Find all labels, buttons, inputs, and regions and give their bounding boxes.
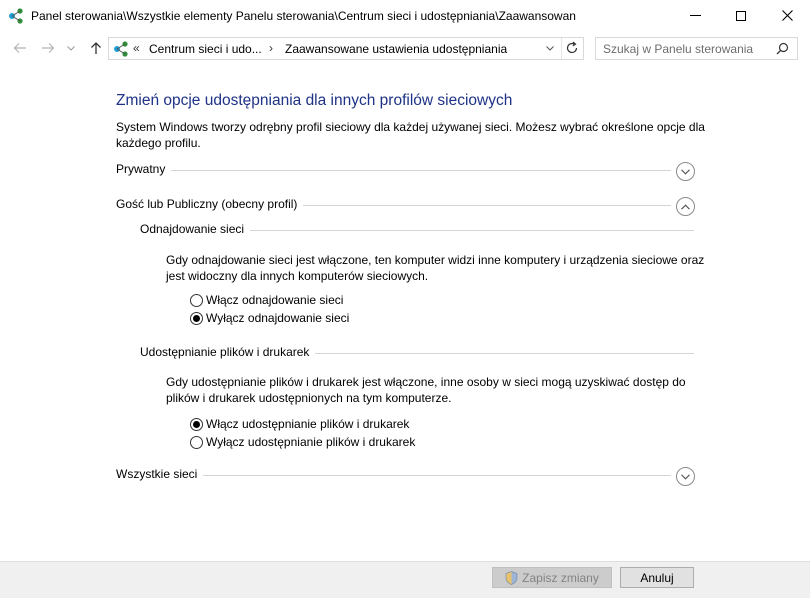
profile-guest-header[interactable]: Gość lub Publiczny (obecny profil) (116, 197, 696, 217)
radio-selected-dot (193, 314, 200, 322)
network-discovery-header: Odnajdowanie sieci (140, 222, 696, 242)
sharing-off-radio[interactable] (190, 435, 203, 449)
profile-private-header[interactable]: Prywatny (116, 162, 696, 182)
uac-shield-icon (505, 570, 518, 585)
recent-locations-button[interactable] (64, 39, 78, 57)
save-button[interactable]: Zapisz zmiany (492, 567, 612, 588)
cancel-button[interactable]: Anuluj (620, 567, 694, 588)
radio-selected-dot (193, 420, 200, 428)
up-button[interactable] (86, 39, 106, 57)
network-center-icon (8, 8, 25, 24)
main-content: Zmień opcje udostępniania dla innych pro… (0, 64, 810, 560)
maximize-button[interactable] (718, 0, 764, 31)
title-bar: Panel sterowania\Wszystkie elementy Pane… (0, 0, 810, 32)
refresh-button[interactable] (565, 41, 579, 58)
chevron-down-icon (67, 45, 75, 51)
address-bar[interactable]: « Centrum sieci i udo... › Zaawansowane … (108, 37, 584, 60)
refresh-icon (566, 41, 578, 54)
page-description: System Windows tworzy odrębny profil sie… (116, 120, 705, 150)
sharing-on-radio[interactable] (190, 417, 203, 431)
discovery-on-label[interactable]: Włącz odnajdowanie sieci (206, 293, 343, 307)
search-input[interactable] (603, 41, 773, 57)
chevron-up-icon (681, 203, 690, 210)
discovery-on-radio[interactable] (190, 293, 203, 307)
save-button-label: Zapisz zmiany (522, 570, 599, 585)
chevron-down-icon (681, 168, 690, 175)
close-button[interactable] (764, 0, 810, 31)
address-divider (561, 38, 562, 59)
file-sharing-text: Gdy udostępnianie plików i drukarek jest… (166, 375, 686, 405)
profile-all-header[interactable]: Wszystkie sieci (116, 467, 696, 487)
discovery-on-option[interactable]: Włącz odnajdowanie sieci (190, 292, 343, 308)
sharing-on-option[interactable]: Włącz udostępnianie plików i drukarek (190, 416, 409, 432)
breadcrumb-network-center[interactable]: Centrum sieci i udo... (149, 42, 262, 56)
discovery-off-option[interactable]: Wyłącz odnajdowanie sieci (190, 310, 349, 326)
footer-bar: Zapisz zmiany Anuluj (0, 561, 810, 598)
expand-all-button[interactable] (676, 467, 695, 486)
file-sharing-title: Udostępnianie plików i drukarek (140, 345, 316, 359)
breadcrumb-overflow[interactable]: « (133, 41, 140, 55)
profile-guest-label[interactable]: Gość lub Publiczny (obecny profil) (116, 197, 304, 211)
sharing-off-option[interactable]: Wyłącz udostępnianie plików i drukarek (190, 434, 415, 450)
profile-all-label[interactable]: Wszystkie sieci (116, 467, 204, 481)
back-button[interactable] (10, 39, 30, 57)
discovery-off-label[interactable]: Wyłącz odnajdowanie sieci (206, 311, 349, 325)
breadcrumb-advanced-settings[interactable]: Zaawansowane ustawienia udostępniania (285, 42, 507, 56)
search-box[interactable] (595, 37, 798, 60)
network-discovery-text: Gdy odnajdowanie sieci jest włączone, te… (166, 253, 705, 283)
back-arrow-icon (13, 43, 26, 53)
expand-private-button[interactable] (676, 162, 695, 181)
sharing-off-label[interactable]: Wyłącz udostępnianie plików i drukarek (206, 435, 415, 449)
network-discovery-title: Odnajdowanie sieci (140, 222, 251, 236)
network-center-icon (113, 41, 130, 60)
forward-arrow-icon (42, 43, 55, 53)
address-dropdown-button[interactable] (546, 40, 554, 54)
discovery-off-radio[interactable] (190, 311, 203, 325)
collapse-guest-button[interactable] (676, 197, 695, 216)
search-icon[interactable] (776, 42, 789, 58)
chevron-down-icon (681, 473, 690, 480)
chevron-down-icon (546, 46, 554, 51)
sharing-on-label[interactable]: Włącz udostępnianie plików i drukarek (206, 417, 409, 431)
breadcrumb-separator[interactable]: › (269, 41, 273, 55)
forward-button[interactable] (38, 39, 58, 57)
up-arrow-icon (91, 42, 101, 54)
page-title: Zmień opcje udostępniania dla innych pro… (116, 92, 513, 109)
window-title: Panel sterowania\Wszystkie elementy Pane… (31, 9, 576, 23)
section-divider (116, 170, 671, 171)
profile-private-label[interactable]: Prywatny (116, 162, 172, 176)
minimize-button[interactable] (672, 0, 718, 31)
file-sharing-header: Udostępnianie plików i drukarek (140, 345, 696, 365)
